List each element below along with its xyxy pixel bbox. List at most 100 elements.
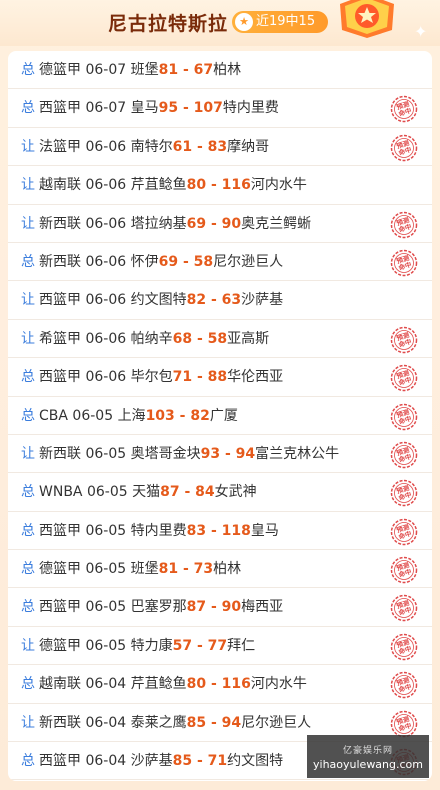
away-score: 116 [221,676,251,693]
score-separator: - [179,484,196,501]
bet-type-label: 总 [21,253,35,270]
away-team: 柏林 [213,561,242,578]
away-score: 71 [207,753,228,770]
league-label: WNBA [39,484,83,501]
bet-type-label: 总 [21,484,35,501]
match-date: 06-07 [85,62,127,78]
score-separator: - [206,292,222,309]
list-item[interactable]: 让德篮甲 06-05 特力康57 - 77拜仁 预测 命中 [8,627,432,666]
bet-type-label: 总 [21,599,35,616]
home-score: 80 [186,177,207,194]
away-team: 特内里费 [222,100,279,117]
home-score: 82 [186,292,207,309]
away-team: 河内水牛 [250,177,307,194]
score-separator: - [206,714,222,731]
list-item[interactable]: 总越南联 06-04 芹苴鲶鱼80 - 116河内水牛 预测 命中 [8,665,432,704]
list-item[interactable]: 总西篮甲 06-06 毕尔包71 - 88华伦西亚 预测 命中 [8,358,432,397]
away-score: 90 [221,215,242,232]
match-date: 06-06 [85,215,127,232]
home-score: 81 [158,62,179,78]
home-score: 87 [160,484,180,501]
match-date: 06-06 [85,253,127,270]
score-separator: - [174,407,191,424]
home-score: 61 [172,138,193,155]
list-item[interactable]: 总西篮甲 06-07 皇马95 - 107特内里费 预测 命中 [8,89,432,128]
list-item[interactable]: 总 WNBA 06-05 天猫87 - 84女武神 预测 命中 [8,473,432,512]
away-score: 90 [221,599,242,616]
score-separator: - [206,599,222,616]
match-date: 06-04 [85,753,127,770]
match-date: 06-05 [86,484,128,501]
star-icon: ★ [235,13,253,31]
away-team: 皇马 [250,522,279,539]
match-date: 06-06 [85,177,127,194]
hit-stamp-icon: 预测命中 [390,556,418,584]
watermark-url: yihaoyulewang.com [313,758,423,771]
away-team: 河内水牛 [250,676,307,693]
home-team: 沙萨基 [130,753,173,770]
home-team: 毕尔包 [130,369,173,386]
hit-stamp-icon: 预测命中 [390,672,418,699]
away-score: 118 [221,522,251,539]
league-label: 新西联 [39,253,81,270]
list-item[interactable]: 让新西联 06-05 奥塔哥金块93 - 94富兰克林公牛 预测 命中 [8,435,432,474]
hit-stamp-icon: 预测命中 [390,364,418,392]
away-team: 柏林 [213,62,242,78]
away-score: 77 [207,637,228,654]
list-item[interactable]: 总德篮甲 06-07 班堡81 - 67柏林 [8,51,432,90]
list-item[interactable]: 总西篮甲 06-05 巴塞罗那87 - 90梅西亚 预测 命中 [8,588,432,627]
hit-stamp-icon: 预测命中 [390,96,418,123]
hit-stamp-icon: 预测命中 [390,134,418,162]
home-team: 天猫 [132,484,161,501]
bet-type-label: 总 [21,522,35,539]
score-separator: - [206,522,222,539]
away-score: 107 [193,100,223,117]
league-label: 新西联 [39,714,81,731]
list-item[interactable]: 让希篮甲 06-06 帕纳辛68 - 58亚高斯 预测 命中 [8,320,432,359]
match-date: 06-05 [85,637,127,654]
home-team: 南特尔 [130,138,173,155]
away-score: 94 [235,445,256,462]
away-score: 58 [193,253,214,270]
header-bar: 尼古拉特斯拉 ★ 近19中15 ✦ [0,0,440,46]
league-label: 新西联 [39,215,81,232]
away-team: 奥克兰鳄蜥 [241,215,312,232]
league-label: 新西联 [39,445,81,462]
home-score: 103 [145,407,175,424]
list-item[interactable]: 总 CBA 06-05 上海103 - 82广厦 预测 命中 [8,397,432,435]
score-separator: - [206,676,222,693]
home-score: 83 [186,522,207,539]
away-score: 88 [207,369,228,386]
sparkle-icon: ✦ [414,22,428,41]
bet-type-label: 总 [21,369,35,386]
home-score: 93 [200,445,221,462]
home-score: 71 [172,369,193,386]
list-item[interactable]: 总西篮甲 06-05 特内里费83 - 118皇马 预测 命中 [8,512,432,551]
bet-type-label: 让 [21,292,35,309]
bet-type-label: 总 [21,62,35,78]
list-item[interactable]: 总德篮甲 06-05 班堡81 - 73柏林 预测 命中 [8,550,432,589]
home-team: 上海 [117,407,146,424]
home-team: 班堡 [130,561,159,578]
list-item[interactable]: 总新西联 06-06 怀伊69 - 58尼尔逊巨人 预测 命中 [8,243,432,282]
league-label: 越南联 [39,676,81,693]
away-team: 拜仁 [227,637,256,654]
score-separator: - [178,561,194,578]
home-team: 约文图特 [130,292,187,309]
bet-type-label: 总 [21,753,35,770]
hit-stamp-icon: 预测命中 [390,211,418,238]
score-separator: - [178,62,194,78]
list-item[interactable]: 让新西联 06-06 塔拉纳基69 - 90奥克兰鳄蜥 预测 命中 [8,205,432,243]
bet-type-label: 总 [21,561,35,578]
league-label: 德篮甲 [39,561,81,578]
away-score: 116 [221,177,251,194]
league-label: 西篮甲 [39,522,81,539]
list-item[interactable]: 让法篮甲 06-06 南特尔61 - 83摩纳哥 预测 命中 [8,128,432,167]
home-score: 81 [158,561,179,578]
home-score: 87 [186,599,207,616]
list-item[interactable]: 让西篮甲 06-06 约文图特82 - 63沙萨基 [8,281,432,320]
page-title: 尼古拉特斯拉 [108,13,229,35]
list-item[interactable]: 让越南联 06-06 芹苴鲶鱼80 - 116河内水牛 [8,166,432,205]
bet-type-label: 让 [21,138,35,155]
bet-type-label: 让 [21,445,35,462]
